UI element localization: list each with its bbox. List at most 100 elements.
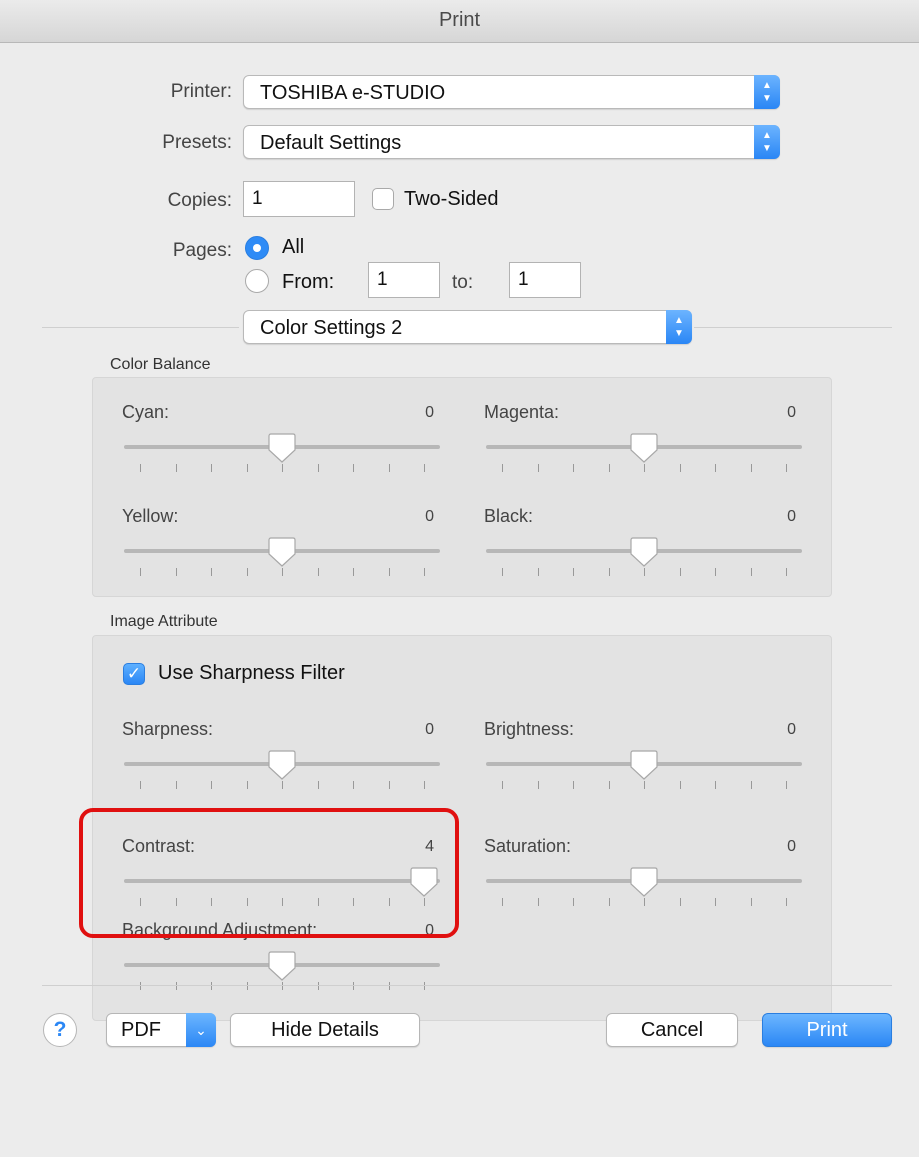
slider-tick: [175, 464, 177, 472]
slider-tick: [786, 464, 787, 472]
slider-tick: [246, 781, 248, 789]
pages-from-radio[interactable]: [245, 269, 269, 293]
sharpness-filter-checkbox[interactable]: ✓: [123, 663, 145, 685]
slider-tick: [502, 568, 503, 576]
slider-value: 0: [787, 721, 796, 738]
slider-tick: [140, 781, 141, 789]
slider-tick: [750, 781, 752, 789]
slider-tick: [750, 898, 752, 906]
slider-tick: [644, 898, 645, 906]
slider-tick: [211, 781, 212, 789]
slider-tick: [502, 781, 503, 789]
chevron-down-icon[interactable]: ⌄: [186, 1013, 216, 1047]
slider-tick: [715, 781, 716, 789]
slider-tick: [573, 781, 574, 789]
panel-selector-value: Color Settings 2: [260, 317, 403, 339]
popup-arrows-icon: ▲ ▼: [754, 75, 780, 109]
slider-tick: [282, 781, 283, 789]
printer-value: TOSHIBA e-STUDIO: [260, 82, 446, 104]
black-slider[interactable]: Black: 0: [484, 506, 804, 596]
cyan-slider[interactable]: Cyan: 0: [122, 402, 442, 492]
slider-knob[interactable]: [267, 536, 297, 568]
slider-tick: [211, 568, 212, 576]
slider-knob[interactable]: [267, 432, 297, 464]
presets-popup[interactable]: Default Settings ▲ ▼: [243, 125, 780, 159]
slider-tick: [679, 781, 681, 789]
yellow-slider[interactable]: Yellow: 0: [122, 506, 442, 596]
slider-tick: [750, 568, 752, 576]
slider-tick: [353, 781, 354, 789]
slider-tick: [679, 568, 681, 576]
help-button[interactable]: ?: [43, 1013, 77, 1047]
slider-tick: [282, 568, 283, 576]
slider-tick: [317, 464, 319, 472]
slider-value: 0: [425, 404, 434, 421]
pdf-button[interactable]: PDF ⌄: [106, 1013, 216, 1047]
pages-from-field[interactable]: 1: [368, 262, 440, 298]
pages-all-label: All: [282, 236, 305, 258]
slider-tick: [786, 781, 787, 789]
slider-tick: [573, 568, 574, 576]
slider-tick: [282, 464, 283, 472]
slider-tick: [750, 464, 752, 472]
pages-all-radio[interactable]: [245, 236, 269, 260]
slider-tick: [317, 982, 319, 990]
slider-label: Yellow:: [122, 506, 179, 526]
slider-tick: [424, 464, 425, 472]
two-sided-label: Two-Sided: [404, 188, 499, 210]
slider-tick: [679, 464, 681, 472]
slider-tick: [317, 568, 319, 576]
printer-popup[interactable]: TOSHIBA e-STUDIO ▲ ▼: [243, 75, 780, 109]
brightness-slider[interactable]: Brightness: 0: [484, 719, 804, 809]
sharpness-filter-label: Use Sharpness Filter: [158, 662, 345, 684]
slider-tick: [246, 568, 248, 576]
hide-details-button[interactable]: Hide Details: [230, 1013, 420, 1047]
slider-tick: [573, 898, 574, 906]
slider-label: Magenta:: [484, 402, 560, 422]
slider-knob[interactable]: [629, 536, 659, 568]
pages-to-field[interactable]: 1: [509, 262, 581, 298]
magenta-slider[interactable]: Magenta: 0: [484, 402, 804, 492]
panel-selector-popup[interactable]: Color Settings 2 ▲ ▼: [243, 310, 692, 344]
slider-tick: [424, 568, 425, 576]
slider-tick: [246, 464, 248, 472]
slider-value: 0: [425, 721, 434, 738]
slider-label: Cyan:: [122, 402, 170, 422]
slider-tick: [715, 898, 716, 906]
slider-tick: [317, 781, 319, 789]
slider-tick: [388, 982, 390, 990]
slider-knob[interactable]: [267, 950, 297, 982]
slider-knob[interactable]: [629, 866, 659, 898]
slider-tick: [608, 568, 610, 576]
window-title: Print: [0, 0, 919, 43]
two-sided-checkbox[interactable]: [372, 188, 394, 210]
slider-knob[interactable]: [629, 432, 659, 464]
slider-value: 0: [787, 838, 796, 855]
slider-tick: [211, 982, 212, 990]
cancel-button[interactable]: Cancel: [606, 1013, 738, 1047]
slider-tick: [608, 464, 610, 472]
slider-tick: [282, 982, 283, 990]
slider-knob[interactable]: [267, 749, 297, 781]
pages-to-label: to:: [452, 272, 474, 293]
slider-value: 0: [787, 404, 796, 421]
slider-tick: [502, 464, 503, 472]
copies-label: Copies:: [167, 190, 232, 211]
slider-tick: [537, 464, 539, 472]
slider-tick: [786, 898, 787, 906]
sharpness-slider[interactable]: Sharpness: 0: [122, 719, 442, 809]
popup-arrows-icon: ▲ ▼: [666, 310, 692, 344]
slider-tick: [353, 982, 354, 990]
saturation-slider[interactable]: Saturation: 0: [484, 836, 804, 926]
slider-tick: [537, 898, 539, 906]
slider-value: 0: [425, 508, 434, 525]
divider: [42, 985, 892, 986]
pages-label: Pages:: [172, 240, 232, 261]
slider-tick: [353, 568, 354, 576]
slider-tick: [644, 464, 645, 472]
slider-tick: [644, 781, 645, 789]
slider-tick: [537, 781, 539, 789]
slider-knob[interactable]: [629, 749, 659, 781]
copies-field[interactable]: 1: [243, 181, 355, 217]
print-button[interactable]: Print: [762, 1013, 892, 1047]
